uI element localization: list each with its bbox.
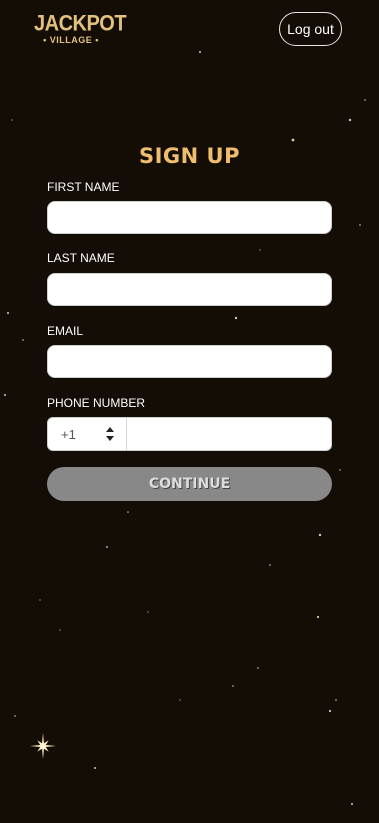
last-name-label: LAST NAME <box>47 251 115 265</box>
email-input[interactable] <box>47 345 332 378</box>
jackpot-village-logo[interactable]: JACKPOT • VILLAGE • <box>34 11 127 50</box>
sparkle-icon <box>30 733 56 759</box>
phone-number-field: +1 <box>47 417 332 451</box>
country-code-select[interactable]: +1 <box>48 418 127 450</box>
page-title: SIGN UP <box>138 144 240 168</box>
continue-button[interactable]: CONTINUE <box>47 467 332 501</box>
starfield-background <box>4 51 366 805</box>
last-name-input[interactable] <box>47 273 332 306</box>
first-name-input[interactable] <box>47 201 332 234</box>
phone-number-input[interactable] <box>127 418 331 450</box>
country-code-value: +1 <box>61 426 76 442</box>
up-down-arrows-icon <box>106 427 114 441</box>
logout-button[interactable]: Log out <box>279 12 342 46</box>
email-label: EMAIL <box>47 324 84 338</box>
first-name-label: FIRST NAME <box>47 180 120 194</box>
logo-line1: JACKPOT <box>34 11 127 37</box>
phone-number-label: PHONE NUMBER <box>47 396 146 410</box>
